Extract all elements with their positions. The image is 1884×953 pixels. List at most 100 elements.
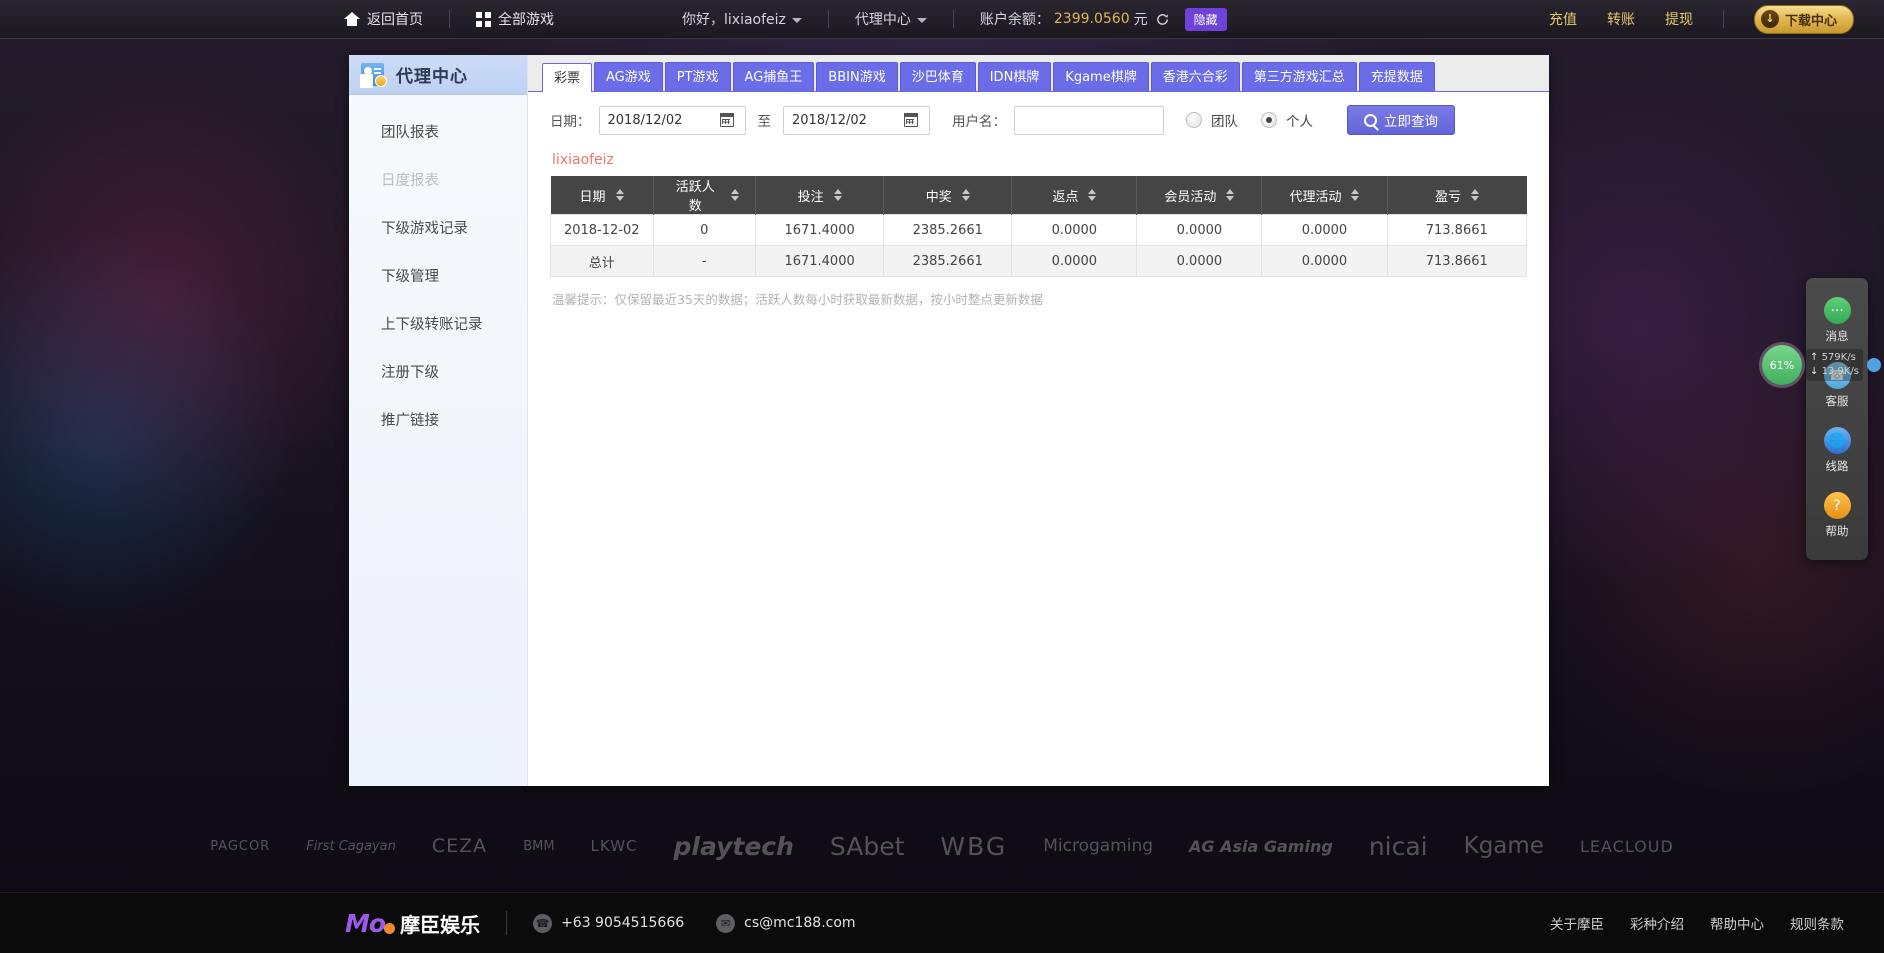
withdraw-link[interactable]: 提现 bbox=[1665, 9, 1693, 29]
column-label: 返点 bbox=[1052, 186, 1078, 205]
dock-item-message[interactable]: ··· 消息 bbox=[1806, 288, 1868, 353]
sort-icon[interactable] bbox=[1088, 189, 1096, 201]
partner-logo: LKWC bbox=[591, 837, 638, 855]
radio-team[interactable] bbox=[1186, 112, 1202, 128]
transfer-link[interactable]: 转账 bbox=[1607, 9, 1635, 29]
footer-link-rules[interactable]: 规则条款 bbox=[1790, 913, 1844, 933]
footer-phone-value: +63 9054515666 bbox=[561, 915, 684, 931]
sidebar-item-label: 上下级转账记录 bbox=[381, 313, 483, 334]
sort-icon[interactable] bbox=[731, 189, 739, 201]
footer-brand[interactable]: Mo 摩臣娱乐 bbox=[345, 909, 480, 938]
agent-center-dropdown[interactable]: 代理中心 bbox=[855, 9, 927, 29]
date-to-field[interactable] bbox=[783, 106, 930, 135]
sidebar-item-promotion-link[interactable]: 推广链接 bbox=[349, 395, 527, 443]
tab-kgame-poker[interactable]: Kgame棋牌 bbox=[1053, 62, 1148, 91]
query-button[interactable]: 立即查询 bbox=[1347, 105, 1455, 135]
topbar-divider-3 bbox=[953, 10, 954, 28]
dock-item-help[interactable]: ? 帮助 bbox=[1806, 483, 1868, 548]
sidebar-item-sub-game-records[interactable]: 下级游戏记录 bbox=[349, 203, 527, 251]
sidebar-item-transfer-records[interactable]: 上下级转账记录 bbox=[349, 299, 527, 347]
calendar-icon[interactable] bbox=[904, 113, 918, 127]
footer-email[interactable]: ✉ cs@mc188.com bbox=[716, 914, 855, 933]
dock-item-line[interactable]: 🌐 线路 bbox=[1806, 418, 1868, 483]
tab-label: Kgame棋牌 bbox=[1065, 70, 1136, 85]
cell-active-users: 0 bbox=[653, 215, 756, 246]
tab-deposit-withdraw-data[interactable]: 充提数据 bbox=[1359, 62, 1435, 91]
footer-link-group: 关于摩臣 彩种介绍 帮助中心 规则条款 bbox=[1550, 913, 1844, 933]
download-center-button[interactable]: ↓ 下载中心 bbox=[1754, 5, 1854, 34]
sort-icon[interactable] bbox=[1351, 189, 1359, 201]
column-header-profit-loss[interactable]: 盈亏 bbox=[1387, 176, 1527, 215]
hide-balance-button[interactable]: 隐藏 bbox=[1185, 8, 1227, 31]
tab-bbin-games[interactable]: BBIN游戏 bbox=[816, 62, 897, 91]
column-header-bet[interactable]: 投注 bbox=[756, 176, 884, 215]
footer-link-about[interactable]: 关于摩臣 bbox=[1550, 913, 1604, 933]
cell-rebate: 0.0000 bbox=[1012, 246, 1137, 277]
tab-pt-games[interactable]: PT游戏 bbox=[665, 62, 731, 91]
date-from-input[interactable] bbox=[608, 113, 720, 128]
tab-saba-sports[interactable]: 沙巴体育 bbox=[900, 62, 976, 91]
partner-logo: WBG bbox=[940, 832, 1007, 861]
sidebar-item-label: 注册下级 bbox=[381, 361, 439, 382]
partner-logo: PAGCOR bbox=[210, 839, 270, 854]
user-greeting-dropdown[interactable]: 你好，lixiaofeiz bbox=[682, 9, 802, 29]
tab-lottery[interactable]: 彩票 bbox=[542, 63, 592, 92]
partner-logo: CEZA bbox=[432, 835, 487, 857]
sort-icon[interactable] bbox=[834, 189, 842, 201]
topbar-divider-1 bbox=[449, 10, 450, 28]
tab-third-party-summary[interactable]: 第三方游戏汇总 bbox=[1242, 62, 1357, 91]
tab-ag-games[interactable]: AG游戏 bbox=[594, 62, 663, 91]
column-header-rebate[interactable]: 返点 bbox=[1012, 176, 1137, 215]
cell-agent-activity: 0.0000 bbox=[1262, 246, 1387, 277]
game-tab-bar: 彩票 AG游戏 PT游戏 AG捕鱼王 BBIN游戏 沙巴体育 IDN棋牌 Kga… bbox=[528, 55, 1549, 92]
sidebar-item-daily-report[interactable]: 日度报表 bbox=[349, 155, 527, 203]
tab-idn-poker[interactable]: IDN棋牌 bbox=[978, 62, 1052, 91]
sidebar-item-label: 日度报表 bbox=[381, 169, 439, 190]
partner-logo: Kgame bbox=[1464, 833, 1544, 859]
partner-logo: Microgaming bbox=[1043, 836, 1153, 856]
sidebar-item-label: 推广链接 bbox=[381, 409, 439, 430]
footer-link-help-center[interactable]: 帮助中心 bbox=[1710, 913, 1764, 933]
sidebar-item-sub-management[interactable]: 下级管理 bbox=[349, 251, 527, 299]
topbar-left-group: 返回首页 全部游戏 bbox=[344, 9, 554, 29]
date-from-field[interactable] bbox=[599, 106, 746, 135]
column-header-active-users[interactable]: 活跃人数 bbox=[653, 176, 756, 215]
brand-mark: Mo bbox=[345, 909, 385, 938]
download-rate-value: 13.9K/s bbox=[1822, 366, 1859, 377]
column-label: 会员活动 bbox=[1164, 186, 1216, 205]
column-header-date[interactable]: 日期 bbox=[551, 176, 654, 215]
network-speed-widget[interactable]: 61% ↑ 579K/s ↓ 13.9K/s bbox=[1762, 345, 1881, 385]
footer-phone[interactable]: ☎ +63 9054515666 bbox=[533, 914, 684, 933]
daily-report-table: 日期 活跃人数 投注 中奖 返点 会员活动 代理活动 盈亏 2018-12-02… bbox=[550, 176, 1527, 277]
sort-icon[interactable] bbox=[1471, 189, 1479, 201]
sidebar-item-label: 下级游戏记录 bbox=[381, 217, 468, 238]
download-center-label: 下载中心 bbox=[1785, 10, 1837, 29]
radio-personal[interactable] bbox=[1261, 112, 1277, 128]
sort-icon[interactable] bbox=[616, 189, 624, 201]
column-header-member-activity[interactable]: 会员活动 bbox=[1137, 176, 1262, 215]
refresh-icon[interactable] bbox=[1155, 12, 1170, 27]
user-greeting-label: 你好，lixiaofeiz bbox=[682, 9, 786, 29]
partner-logo: First Cagayan bbox=[306, 839, 396, 854]
tab-label: 沙巴体育 bbox=[912, 70, 964, 85]
date-to-input[interactable] bbox=[792, 113, 904, 128]
speed-widget-dot[interactable] bbox=[1867, 358, 1881, 372]
all-games-link[interactable]: 全部游戏 bbox=[476, 9, 554, 29]
sidebar-item-team-report[interactable]: 团队报表 bbox=[349, 107, 527, 155]
sidebar-item-label: 团队报表 bbox=[381, 121, 439, 142]
column-header-win[interactable]: 中奖 bbox=[884, 176, 1012, 215]
deposit-link[interactable]: 充值 bbox=[1549, 9, 1577, 29]
column-header-agent-activity[interactable]: 代理活动 bbox=[1262, 176, 1387, 215]
tab-hk-lottery[interactable]: 香港六合彩 bbox=[1151, 62, 1240, 91]
sort-icon[interactable] bbox=[962, 189, 970, 201]
topbar-divider-4 bbox=[1723, 10, 1724, 28]
tab-ag-fishing[interactable]: AG捕鱼王 bbox=[733, 62, 815, 91]
sort-icon[interactable] bbox=[1226, 189, 1234, 201]
calendar-icon[interactable] bbox=[720, 113, 734, 127]
username-input[interactable] bbox=[1014, 106, 1164, 135]
speed-rates: ↑ 579K/s ↓ 13.9K/s bbox=[1806, 349, 1863, 381]
footer-link-lottery-intro[interactable]: 彩种介绍 bbox=[1630, 913, 1684, 933]
sidebar-item-register-sub[interactable]: 注册下级 bbox=[349, 347, 527, 395]
back-home-link[interactable]: 返回首页 bbox=[344, 9, 423, 29]
chevron-down-icon bbox=[792, 18, 802, 23]
